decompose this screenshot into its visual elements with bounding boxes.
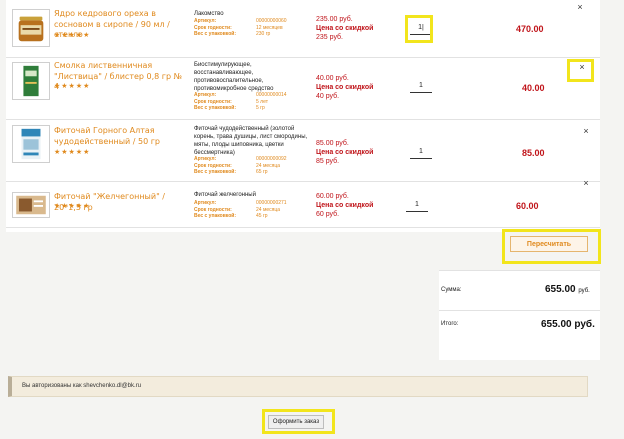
- sum-label: Сумма:: [441, 287, 462, 293]
- product-meta: Артикул: 00000000060 Срок годности: 12 мес…: [194, 18, 314, 38]
- product-name-link[interactable]: Фиточай Горного Алтая чудодейственный / …: [54, 126, 186, 147]
- weight-value: 45 гр: [256, 213, 268, 219]
- product-thumbnail-jar[interactable]: [12, 9, 50, 47]
- rating-stars: ★★★★★: [54, 149, 91, 156]
- product-description: Фиточай желчегонный: [194, 192, 256, 198]
- price: 85.00 руб.: [316, 140, 349, 147]
- price: 40.00 руб.: [316, 75, 349, 82]
- discount-label: Цена со скидкой: [316, 84, 374, 91]
- cart-row: Фиточай "Желчегонный" / 20*1,5 гр ★★★★★ …: [6, 179, 600, 228]
- weight-label: Вес с упаковкой:: [194, 105, 237, 111]
- sku-value: 00000000014: [256, 92, 287, 98]
- delete-icon[interactable]: ×: [581, 179, 591, 188]
- shelf-life-value: 24 месяца: [256, 162, 281, 169]
- rating-stars: ★★★★★: [54, 83, 91, 90]
- row-total: 60.00: [516, 201, 539, 211]
- tea-box-image-icon: [13, 126, 49, 162]
- sum-amount: 655.00: [545, 284, 576, 295]
- weight-value: 65 гр: [256, 169, 268, 175]
- price-block: 60.00 руб. Цена со скидкой 60 руб.: [316, 192, 373, 219]
- price-block: 85.00 руб. Цена со скидкой 85 руб.: [316, 139, 373, 166]
- auth-notice: Вы авторизованы как shevchenko.dl@bk.ru: [8, 376, 588, 397]
- product-description: Лакомство: [194, 11, 224, 17]
- highlight-quantity: [405, 15, 433, 43]
- discount-price: 85 руб.: [316, 158, 340, 165]
- checkout-button[interactable]: Оформить заказ: [268, 415, 324, 429]
- cart-table: Ядро кедрового ореха в сосновом в сиропе…: [6, 0, 600, 232]
- sku-value: 00000000060: [256, 18, 287, 24]
- product-meta: Артикул: 00000000014 Срок годности: 5 лет …: [194, 92, 314, 112]
- price-block: 40.00 руб. Цена со скидкой 40 руб.: [316, 74, 373, 101]
- shelf-life-value: 12 месяцев: [256, 24, 283, 31]
- sum-currency: руб.: [578, 288, 590, 294]
- rating-stars: ★★★★★: [54, 203, 91, 210]
- delete-icon[interactable]: ×: [575, 3, 585, 12]
- recalculate-button[interactable]: Пересчитать: [510, 236, 588, 252]
- product-thumbnail-tea-box[interactable]: [12, 125, 50, 163]
- sku-value: 00000000092: [256, 156, 287, 162]
- price-block: 235.00 руб. Цена со скидкой 235 руб.: [316, 15, 373, 42]
- quantity-input[interactable]: [410, 145, 432, 159]
- sum-value: 655.00 руб.: [545, 284, 590, 295]
- summary-divider: [439, 270, 600, 271]
- shelf-life-value: 5 лет: [256, 98, 268, 105]
- weight-label: Вес с упаковкой:: [194, 169, 237, 175]
- discount-price: 40 руб.: [316, 93, 340, 100]
- total-label: Итого:: [441, 321, 459, 327]
- product-thumbnail-tea-bag-box[interactable]: [12, 192, 50, 218]
- rating-stars: ★★★★★: [54, 32, 91, 39]
- discount-price: 60 руб.: [316, 211, 340, 218]
- row-total: 85.00: [522, 148, 545, 158]
- weight-value: 5 гр: [256, 105, 265, 111]
- discount-label: Цена со скидкой: [316, 202, 374, 209]
- summary-divider: [439, 310, 600, 311]
- row-total: 470.00: [516, 24, 544, 34]
- green-box-image-icon: [13, 63, 49, 99]
- total-value: 655.00 руб.: [541, 319, 595, 330]
- product-meta: Артикул: 00000000092 Срок годности: 24 мес…: [194, 156, 314, 176]
- weight-label: Вес с упаковкой:: [194, 31, 237, 37]
- delete-icon[interactable]: ×: [581, 127, 591, 136]
- product-description: Фиточай чудодейственный (золотой корень,…: [194, 126, 308, 156]
- cart-row: Смолка лиственничная "Листвица" / блисте…: [6, 58, 600, 120]
- product-description: Биостимулирующее, восстанавливающее, про…: [194, 62, 274, 92]
- highlight-delete: [567, 59, 594, 82]
- weight-value: 230 гр: [256, 31, 271, 37]
- weight-label: Вес с упаковкой:: [194, 213, 237, 219]
- sku-value: 00000000271: [256, 200, 287, 206]
- cart-row: Ядро кедрового ореха в сосновом в сиропе…: [6, 0, 600, 58]
- discount-label: Цена со скидкой: [316, 149, 374, 156]
- jar-image-icon: [13, 10, 49, 46]
- discount-label: Цена со скидкой: [316, 25, 374, 32]
- quantity-input[interactable]: [406, 198, 428, 212]
- product-meta: Артикул: 00000000271 Срок годности: 24 мес…: [194, 200, 314, 220]
- row-total: 40.00: [522, 83, 545, 93]
- product-thumbnail-green-box[interactable]: [12, 62, 50, 100]
- tea-bag-box-image-icon: [13, 193, 49, 217]
- price: 60.00 руб.: [316, 193, 349, 200]
- auth-text: Вы авторизованы как shevchenko.dl@bk.ru: [22, 383, 142, 389]
- discount-price: 235 руб.: [316, 34, 343, 41]
- price: 235.00 руб.: [316, 16, 353, 23]
- cart-row: Фиточай Горного Алтая чудодейственный / …: [6, 120, 600, 182]
- shelf-life-value: 24 месяца: [256, 206, 281, 213]
- quantity-input[interactable]: [410, 79, 432, 93]
